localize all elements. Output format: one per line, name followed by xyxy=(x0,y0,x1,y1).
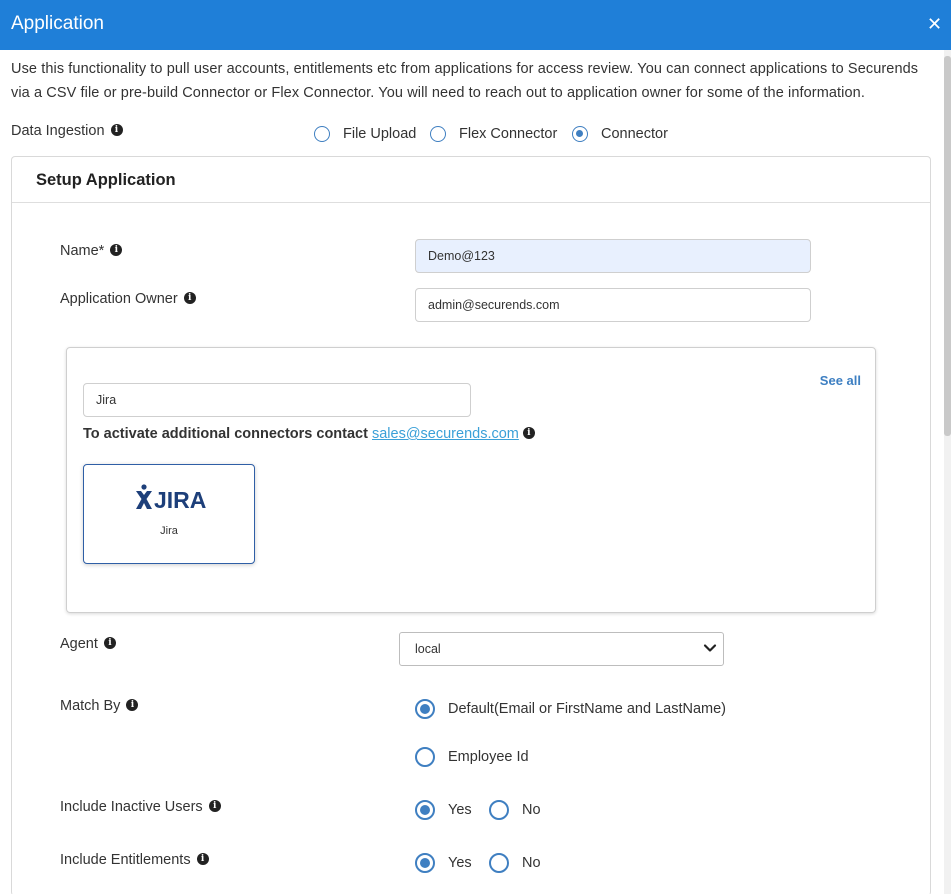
activate-connectors-text: To activate additional connectors contac… xyxy=(83,426,535,442)
description-text: Use this functionality to pull user acco… xyxy=(11,61,919,101)
include-entitlements-no-option[interactable]: No xyxy=(489,853,541,873)
match-by-employee-id-option[interactable]: Employee Id xyxy=(415,747,529,767)
info-icon[interactable]: i xyxy=(110,243,123,256)
radio-connector[interactable] xyxy=(572,126,588,142)
panel-title: Setup Application xyxy=(36,171,176,189)
match-by-default-option[interactable]: Default(Email or FirstName and LastName) xyxy=(415,699,726,719)
data-ingestion-label: Data Ingestion i xyxy=(11,123,123,139)
include-entitlements-yes-option[interactable]: Yes xyxy=(415,853,472,873)
info-icon[interactable]: i xyxy=(110,123,123,136)
include-inactive-users-label: Include Inactive Users i xyxy=(60,799,221,815)
info-icon[interactable]: i xyxy=(103,636,116,649)
agent-select[interactable]: local xyxy=(399,632,724,666)
info-icon[interactable]: i xyxy=(126,698,139,711)
jira-logo-text: JIRA xyxy=(154,487,206,513)
include-inactive-yes-option[interactable]: Yes xyxy=(415,800,472,820)
radio-inactive-yes[interactable] xyxy=(415,800,435,820)
agent-label: Agent i xyxy=(60,636,116,652)
info-icon[interactable]: i xyxy=(208,799,221,812)
radio-flex-connector[interactable] xyxy=(430,126,446,142)
match-by-label: Match By i xyxy=(60,698,139,714)
connector-tile-jira[interactable]: JIRA Jira xyxy=(83,464,255,564)
jira-logo-icon: JIRA xyxy=(136,484,206,513)
dialog-header: Application ✕ xyxy=(0,0,951,50)
application-owner-input[interactable]: admin@securends.com xyxy=(415,288,811,322)
scrollbar[interactable] xyxy=(944,50,951,894)
connector-tile-name: Jira xyxy=(160,525,178,537)
radio-entitlements-no[interactable] xyxy=(489,853,509,873)
radio-file-upload[interactable] xyxy=(314,126,330,142)
see-all-link[interactable]: See all xyxy=(820,373,861,388)
ingestion-option-connector[interactable]: Connector xyxy=(572,126,668,142)
scrollbar-thumb[interactable] xyxy=(944,56,951,436)
include-inactive-no-option[interactable]: No xyxy=(489,800,541,820)
ingestion-option-file-upload[interactable]: File Upload xyxy=(314,126,416,142)
chevron-down-icon xyxy=(703,644,717,652)
radio-match-employee-id[interactable] xyxy=(415,747,435,767)
name-label: Name* i xyxy=(60,243,123,259)
info-icon[interactable]: i xyxy=(183,291,196,304)
info-icon[interactable]: i xyxy=(196,852,209,865)
application-owner-label: Application Owner i xyxy=(60,291,196,307)
radio-inactive-no[interactable] xyxy=(489,800,509,820)
dialog-title: Application xyxy=(11,13,104,34)
radio-match-default[interactable] xyxy=(415,699,435,719)
close-icon[interactable]: ✕ xyxy=(927,14,942,34)
info-icon[interactable]: i xyxy=(522,426,535,439)
ingestion-option-flex-connector[interactable]: Flex Connector xyxy=(430,126,557,142)
include-entitlements-label: Include Entitlements i xyxy=(60,852,209,868)
connector-picker: Jira See all To activate additional conn… xyxy=(66,347,876,613)
connector-search-input[interactable]: Jira xyxy=(83,383,471,417)
radio-entitlements-yes[interactable] xyxy=(415,853,435,873)
sales-email-link[interactable]: sales@securends.com xyxy=(372,426,519,442)
panel-header: Setup Application xyxy=(12,157,930,203)
name-input[interactable]: Demo@123 xyxy=(415,239,811,273)
